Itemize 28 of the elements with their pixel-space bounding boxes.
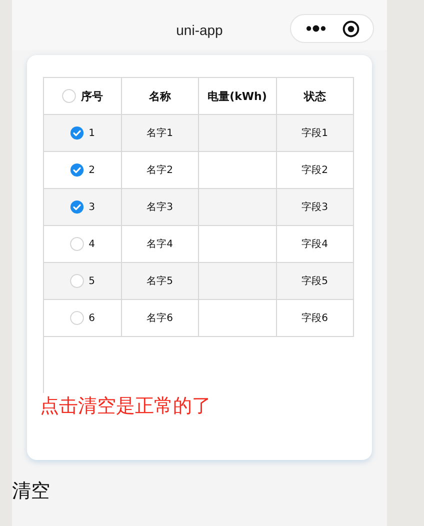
- table-cell: 1: [88, 128, 95, 138]
- checked-checkbox[interactable]: [70, 200, 84, 214]
- table-cell: 3: [88, 202, 95, 212]
- table-cell: 4: [88, 238, 95, 250]
- table-cell: 名字5: [121, 262, 198, 300]
- table-cell: 名字6: [121, 300, 198, 336]
- table-cell: 5: [88, 276, 95, 286]
- close-icon[interactable]: [342, 20, 360, 38]
- checkbox[interactable]: [70, 274, 84, 288]
- table-cell: 字段3: [276, 188, 354, 226]
- table-cell: 字段1: [276, 114, 354, 152]
- table-cell: 6: [88, 312, 95, 324]
- capsule-menu[interactable]: [290, 14, 374, 43]
- note-text: 点击清空是正常的了: [40, 394, 212, 419]
- clear-button[interactable]: 清空: [12, 478, 50, 504]
- checkbox[interactable]: [70, 237, 84, 251]
- checkbox[interactable]: [70, 311, 84, 325]
- table-cell: 2: [88, 164, 95, 176]
- column-header: 序号: [80, 88, 103, 104]
- checked-checkbox[interactable]: [70, 163, 84, 177]
- checkbox[interactable]: [62, 89, 76, 103]
- table-cell: 字段6: [276, 300, 354, 336]
- table-cell: 名字1: [121, 114, 198, 152]
- more-icon[interactable]: [304, 24, 326, 33]
- table-cell: 名字3: [121, 188, 198, 226]
- page-title: uni-app: [176, 22, 223, 38]
- checked-checkbox[interactable]: [70, 126, 84, 140]
- table-cell: 字段5: [276, 262, 354, 300]
